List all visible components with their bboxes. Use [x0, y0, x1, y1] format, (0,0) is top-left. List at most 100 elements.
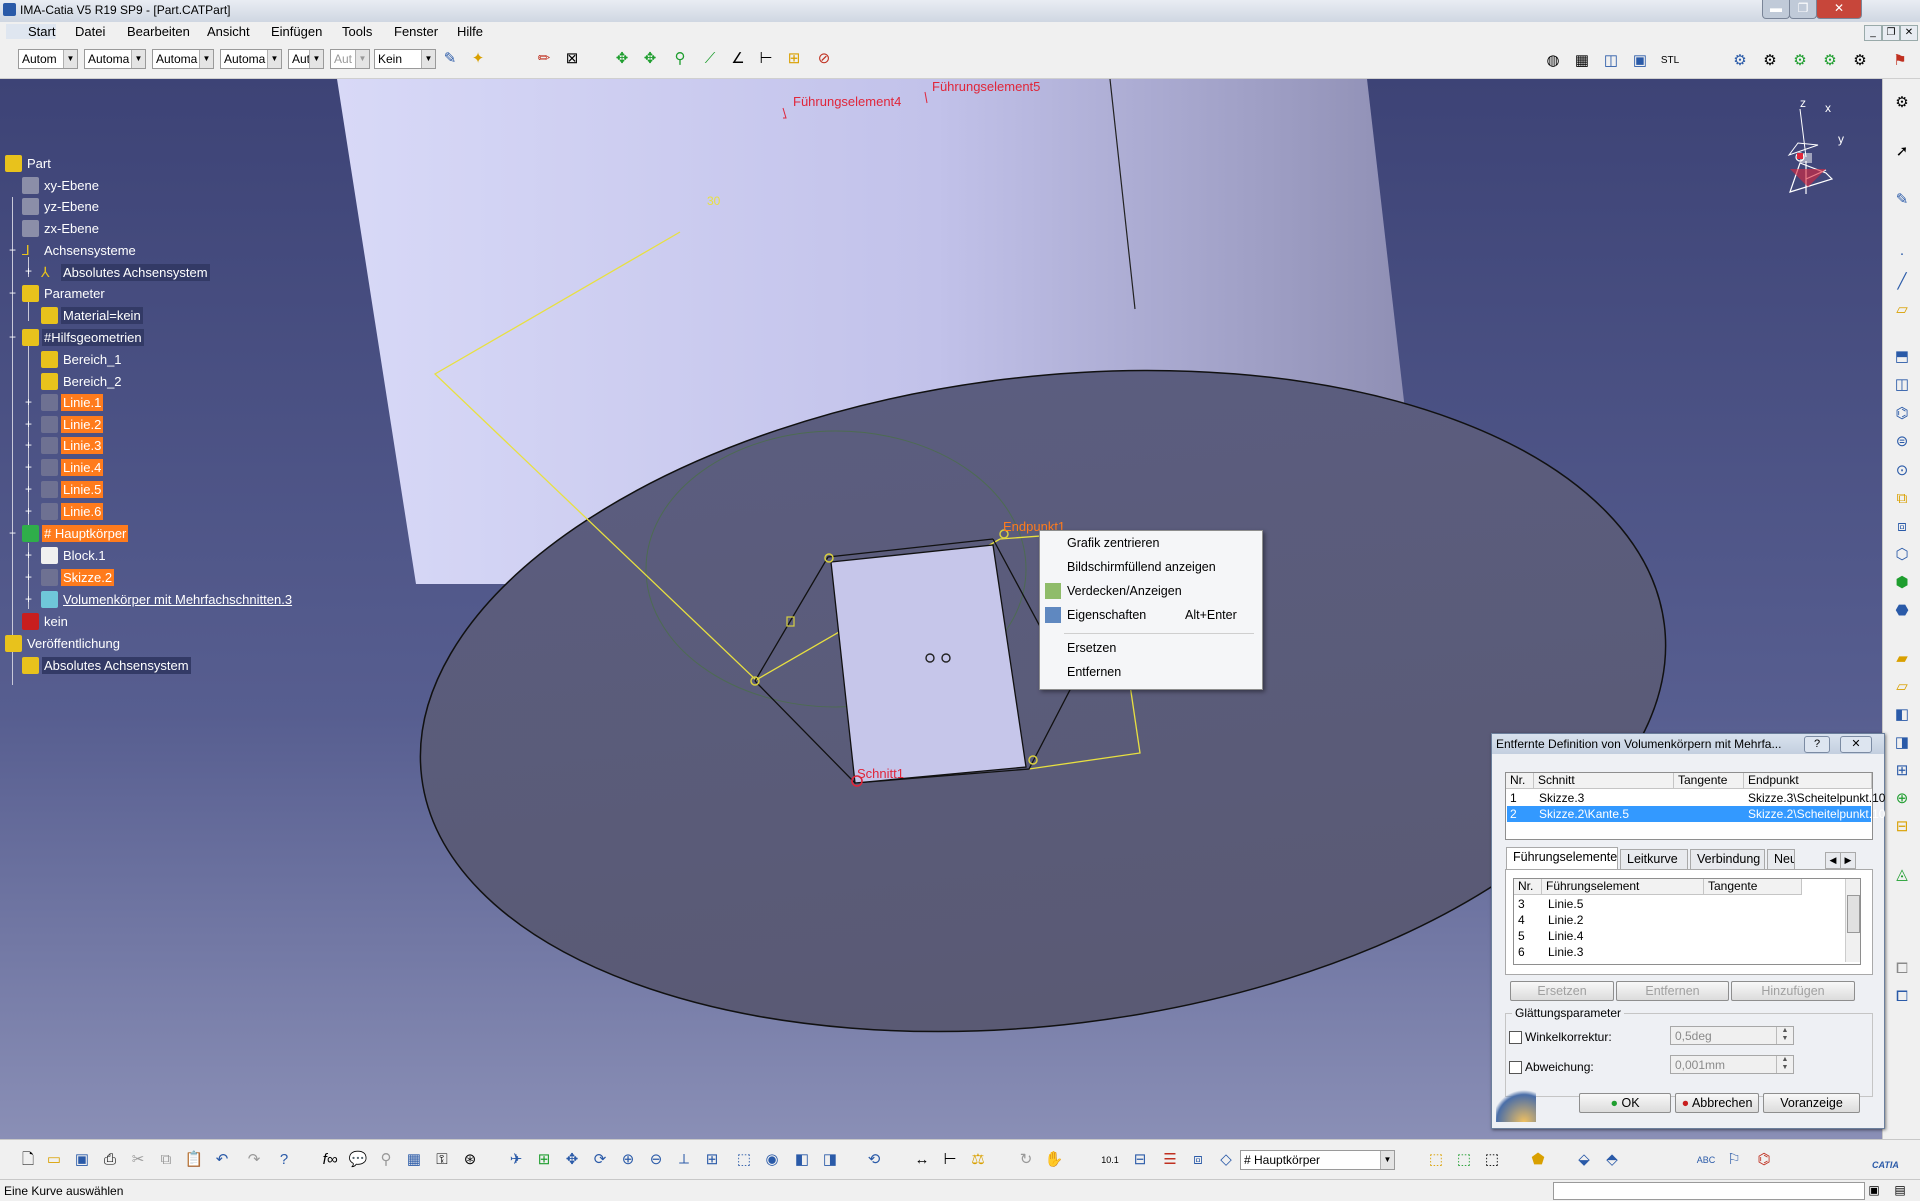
deviation-checkbox[interactable]	[1509, 1061, 1522, 1074]
rule-icon[interactable]: ⚲	[376, 1150, 396, 1170]
copy-icon[interactable]: ⧉	[156, 1150, 176, 1170]
menu-item-reframe[interactable]: Bildschirmfüllend anzeigen	[1067, 560, 1216, 574]
collapse-icon[interactable]: −	[7, 287, 18, 300]
work-object-icon[interactable]: ◇	[1216, 1150, 1236, 1170]
col-header-tangent[interactable]: Tangente	[1674, 773, 1744, 789]
col-header-nr[interactable]: Nr.	[1514, 879, 1542, 895]
doc-close-button[interactable]: ✕	[1900, 25, 1918, 41]
settings-icon[interactable]: ⚙	[1892, 93, 1912, 113]
macro-icon[interactable]: ⚙	[1790, 51, 1810, 71]
analysis-icon[interactable]: ⊘	[814, 49, 834, 69]
menu-datei[interactable]: Datei	[75, 24, 105, 39]
tab-spine[interactable]: Leitkurve	[1620, 849, 1688, 869]
new-icon[interactable]: 🗋	[18, 1150, 38, 1170]
col-header-nr[interactable]: Nr.	[1506, 773, 1534, 789]
constraint-icon[interactable]: ↻	[1016, 1150, 1036, 1170]
line-type-combo[interactable]: Automa ▼	[84, 49, 146, 69]
revolve-icon[interactable]: ◫	[1892, 375, 1912, 395]
tab-coupling[interactable]: Verbindung	[1690, 849, 1765, 869]
pocket-icon[interactable]: ▱	[1892, 677, 1912, 697]
menu-tools[interactable]: Tools	[342, 24, 372, 39]
layer-combo[interactable]: Aut ▼	[288, 49, 324, 69]
table-cell[interactable]: Skizze.2\Kante.5	[1539, 807, 1629, 821]
expand-icon[interactable]: +	[23, 461, 34, 474]
guide-label-5[interactable]: Führungselement5	[932, 79, 1040, 94]
table-cell[interactable]: Linie.2	[1548, 913, 1583, 927]
table-cell[interactable]: Linie.4	[1548, 929, 1583, 943]
redo-icon[interactable]: ↷	[244, 1150, 264, 1170]
expand-icon[interactable]: +	[23, 593, 34, 606]
rib-icon[interactable]: ⊞	[1892, 761, 1912, 781]
blend-icon[interactable]: ⬡	[1892, 545, 1912, 565]
format-painter-icon[interactable]: ✎	[440, 49, 460, 69]
menu-item-properties[interactable]: Eigenschaften	[1067, 608, 1146, 622]
point-icon[interactable]: ·	[1892, 244, 1912, 264]
menu-start[interactable]: Start	[6, 24, 56, 39]
table-cell[interactable]: Skizze.2\Scheitelpunkt.10	[1748, 807, 1885, 821]
close-button[interactable]: ✕	[1816, 0, 1862, 19]
table-cell[interactable]: Skizze.3\Scheitelpunkt.10	[1748, 791, 1885, 805]
deviation-field[interactable]: 0,001mm ▲ ▼	[1670, 1055, 1794, 1074]
compass[interactable]	[1787, 108, 1834, 194]
measure-between-icon[interactable]: ↔	[912, 1150, 932, 1170]
grid-icon[interactable]: ⊟	[1130, 1150, 1150, 1170]
scrollbar[interactable]	[1845, 879, 1860, 962]
undo-icon[interactable]: ↶	[212, 1150, 232, 1170]
zoom-in-icon[interactable]: ⊕	[618, 1150, 638, 1170]
expand-icon[interactable]: +	[23, 483, 34, 496]
col-header-endpoint[interactable]: Endpunkt	[1744, 773, 1872, 789]
dialog-close-button[interactable]: ✕	[1840, 736, 1872, 753]
list-icon[interactable]: ☰	[1160, 1150, 1180, 1170]
guides-table[interactable]: Nr. Führungselement Tangente 3 Linie.5 4…	[1513, 878, 1861, 965]
text-icon[interactable]: ABC	[1696, 1150, 1716, 1170]
pan-icon[interactable]: ✥	[562, 1150, 582, 1170]
preview-button[interactable]: Voranzeige	[1763, 1093, 1860, 1113]
shaft-icon[interactable]: ◧	[1892, 705, 1912, 725]
col-header-tangent[interactable]: Tangente	[1704, 879, 1802, 895]
transparency-combo[interactable]: Aut ▼	[330, 49, 370, 69]
sweep-icon[interactable]: ⌬	[1892, 404, 1912, 424]
menu-fenster[interactable]: Fenster	[394, 24, 438, 39]
properties-icon[interactable]: ✦	[468, 49, 488, 69]
menu-item-hide-show[interactable]: Verdecken/Anzeigen	[1067, 584, 1182, 598]
cylinder-icon[interactable]: ⊜	[1892, 432, 1912, 452]
section-label[interactable]: Schnitt1	[857, 766, 904, 781]
units-icon[interactable]: 10.1	[1100, 1150, 1120, 1170]
move-icon[interactable]: ✥	[612, 49, 632, 69]
paste-icon[interactable]: 📋	[184, 1150, 204, 1170]
multi-view-icon[interactable]: ◫	[1601, 51, 1621, 71]
sections-table[interactable]: Nr. Schnitt Tangente Endpunkt 1 Skizze.3…	[1505, 772, 1885, 840]
hide-show-icon[interactable]: ◧	[792, 1150, 812, 1170]
ok-button[interactable]: ● OK	[1579, 1093, 1671, 1113]
print-icon[interactable]: ⎙	[100, 1150, 120, 1170]
swap-space-icon[interactable]: ◨	[820, 1150, 840, 1170]
view-mode-icon[interactable]: ◍	[1543, 51, 1563, 71]
help-button[interactable]: ?	[1804, 736, 1830, 753]
point-type-combo[interactable]: Automa ▼	[220, 49, 282, 69]
render-icon[interactable]: ▦	[1572, 51, 1592, 71]
table-cell[interactable]: Linie.5	[1548, 897, 1583, 911]
tab-scroll-left-icon[interactable]: ◀	[1825, 852, 1841, 869]
annotation-icon[interactable]: ⧠	[1892, 959, 1912, 979]
constraint-icon[interactable]: ⚲	[670, 49, 690, 69]
angle-correction-field[interactable]: 0,5deg ▲ ▼	[1670, 1026, 1794, 1045]
maximize-button[interactable]: ❐	[1789, 0, 1817, 19]
comment-icon[interactable]: 💬	[348, 1150, 368, 1170]
collapse-icon[interactable]: −	[7, 331, 18, 344]
tab-guides[interactable]: Führungselemente	[1506, 847, 1618, 869]
snap-icon[interactable]: ✥	[640, 49, 660, 69]
join-icon[interactable]: ⬣	[1892, 601, 1912, 621]
col-header-guide[interactable]: Führungselement	[1542, 879, 1704, 895]
zoom-out-icon[interactable]: ⊖	[646, 1150, 666, 1170]
offset-icon[interactable]: ⧉	[1892, 489, 1912, 509]
collapse-icon[interactable]: −	[7, 527, 18, 540]
layer-icon[interactable]: ⬙	[1574, 1150, 1594, 1170]
layout-icon[interactable]: ▣	[1630, 51, 1650, 71]
doc-minimize-button[interactable]: _	[1864, 25, 1882, 41]
select-icon[interactable]: ➚	[1892, 142, 1912, 162]
fly-icon[interactable]: ✈	[506, 1150, 526, 1170]
col-header-section[interactable]: Schnitt	[1534, 773, 1674, 789]
expand-icon[interactable]: +	[23, 418, 34, 431]
apply-material-icon[interactable]: ⬟	[1528, 1150, 1548, 1170]
ruler-icon[interactable]: ⊞	[784, 49, 804, 69]
